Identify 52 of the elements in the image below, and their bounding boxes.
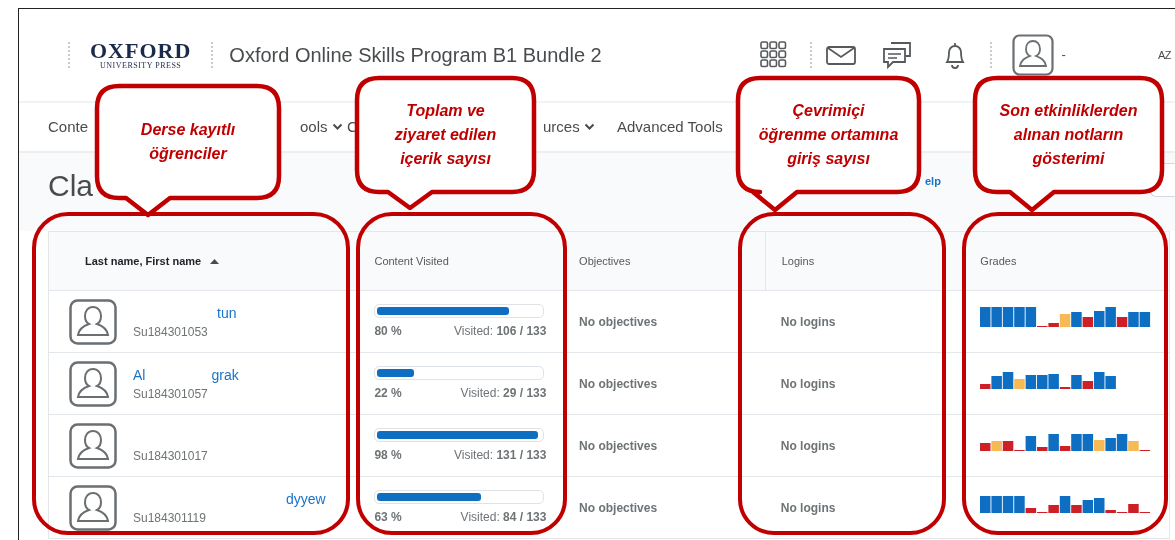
callout-text: Çevrimiçi öğrenme ortamına giriş sayısı [758,101,899,169]
column-header[interactable]: Objectives [579,252,631,270]
visited-count: Visited: 29 / 133 [460,384,547,402]
visited-count: Visited: 84 / 133 [460,508,547,526]
logins-text: No logins [780,499,836,517]
nav-menu-item[interactable]: Conte [48,115,89,139]
student-id: Su184301053 [133,323,209,341]
user-avatar-icon[interactable] [1011,34,1054,76]
sort-ascending-icon[interactable] [209,257,221,265]
percent-text: 22 % [374,384,402,402]
student-name-link[interactable]: dyyew [286,488,326,509]
apps-grid-icon[interactable] [759,41,788,69]
callout-text: Derse kayıtlı öğrenciler [139,120,237,164]
student-name-link[interactable]: Al [133,364,146,385]
objectives-text: No objectives [579,437,658,455]
logins-text: No logins [780,313,836,331]
user-initial: - [1061,46,1066,65]
objectives-text: No objectives [579,313,658,331]
nav-menu-item[interactable]: ools [300,115,343,139]
chat-icon[interactable] [881,41,912,69]
user-name[interactable]: AZ [1157,46,1171,64]
percent-text: 63 % [374,508,402,526]
objectives-text: No objectives [579,499,658,517]
logins-text: No logins [780,437,836,455]
visited-count: Visited: 106 / 133 [453,322,547,340]
student-name-link[interactable]: tun [217,302,237,323]
student-name-link[interactable]: grak [211,364,239,385]
mail-icon[interactable] [825,44,856,66]
avatar-icon [69,484,117,531]
publisher-logo[interactable]: OXFORD UNIVERSITY PRESS [90,40,192,70]
student-id: Su184301057 [133,385,209,403]
nav-menu-item[interactable]: Advanced Tools [617,115,723,139]
student-id: Su184301119 [133,509,207,527]
avatar-icon [69,360,117,407]
avatar-icon [69,298,117,345]
student-id: Su184301017 [133,447,208,465]
column-header[interactable]: Last name, First name [85,252,202,270]
logins-text: No logins [780,375,836,393]
callout-text: Son etkinliklerden alınan notların gösterimi [998,101,1139,169]
percent-text: 80 % [374,322,402,340]
nav-menu-item[interactable]: urces [543,115,595,139]
avatar-icon [69,422,117,469]
column-header[interactable]: Grades [980,252,1017,270]
callout-text: Toplam ve ziyaret edilen içerik sayısı [393,101,498,169]
visited-count: Visited: 131 / 133 [453,446,547,464]
objectives-text: No objectives [579,375,658,393]
course-title: Oxford Online Skills Program B1 Bundle 2 [229,43,602,68]
column-header[interactable]: Logins [781,252,815,270]
page-heading: Cla [48,168,93,204]
percent-text: 98 % [374,446,402,464]
help-link[interactable]: elp [925,173,941,190]
column-header[interactable]: Content Visited [374,252,449,270]
